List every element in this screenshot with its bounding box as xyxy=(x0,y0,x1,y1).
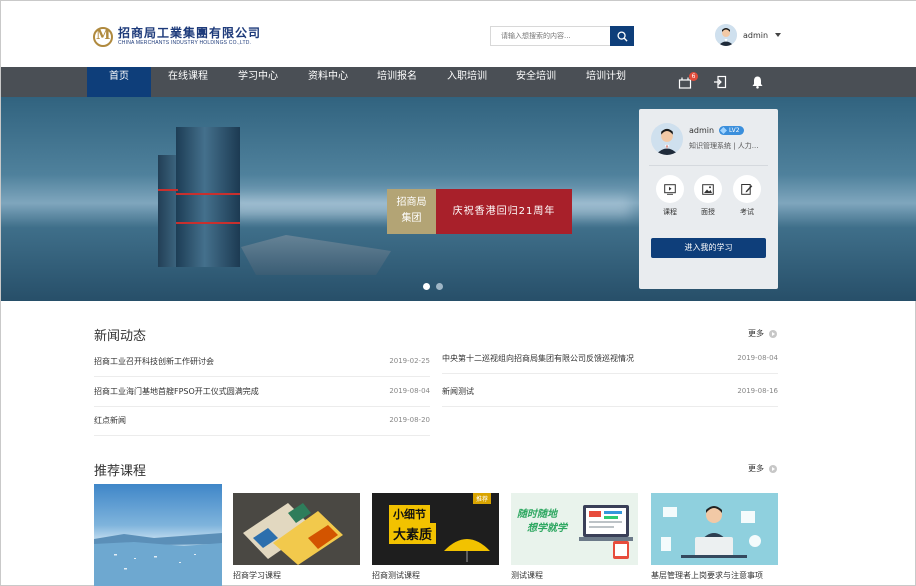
nav-item-safety-training[interactable]: 安全培训 xyxy=(503,67,569,97)
recommend-badge: 推荐 xyxy=(472,493,491,504)
course-thumbnail[interactable]: 小细节 大素质 推荐 xyxy=(372,493,499,565)
company-logo[interactable]: 招商局工業集團有限公司 CHINA MERCHANTS INDUSTRY HOL… xyxy=(93,25,261,49)
course-thumbnail[interactable]: 随时随地 想学就学 xyxy=(511,493,638,565)
news-item[interactable]: 中央第十二巡视组向招商局集团有限公司反馈巡视情况 2019-08-04 xyxy=(442,344,778,374)
course-card[interactable]: 基层管理者上岗要求与注意事项 xyxy=(651,493,778,581)
cart-button[interactable]: 6 xyxy=(677,72,698,90)
quick-link-face-to-face[interactable]: 面授 xyxy=(693,175,723,217)
course-title: 测试课程 xyxy=(511,571,543,580)
user-name: admin xyxy=(743,30,769,40)
edit-icon xyxy=(741,184,753,195)
chevron-down-icon[interactable] xyxy=(775,33,782,37)
course-card[interactable]: 小细节 大素质 推荐 招商测试课程 xyxy=(372,493,499,581)
search-button[interactable] xyxy=(610,26,634,46)
quick-link-courses[interactable]: 课程 xyxy=(655,175,685,217)
courses-section-title: 推荐课程 xyxy=(94,464,147,479)
nav-item-training-signup[interactable]: 培训报名 xyxy=(364,67,430,97)
search-input[interactable] xyxy=(491,27,611,45)
banner-tag: 招商局 集团 xyxy=(387,189,436,234)
news-item[interactable]: 招商工业召开科技创新工作研讨会 2019-02-25 xyxy=(94,347,430,377)
picture-icon xyxy=(702,183,714,195)
nav-item-resource-center[interactable]: 资料中心 xyxy=(295,67,361,97)
course-card[interactable]: 招商学习课程 xyxy=(233,493,360,581)
course-thumbnail[interactable] xyxy=(233,493,360,565)
news-more-link[interactable]: 更多 xyxy=(748,328,777,339)
course-title: 招商测试课程 xyxy=(372,571,420,580)
bell-icon xyxy=(752,76,762,89)
panel-avatar[interactable] xyxy=(651,123,683,155)
logo-name-cn: 招商局工業集團有限公司 xyxy=(118,26,262,40)
panel-user-role: 知识管理系统 | 人力... xyxy=(689,142,759,150)
user-menu[interactable]: admin xyxy=(715,24,782,46)
chevron-right-icon xyxy=(769,329,777,338)
diamond-icon xyxy=(720,127,727,134)
banner-building-tall xyxy=(176,127,240,267)
nav-item-online-courses[interactable]: 在线课程 xyxy=(155,67,221,97)
play-icon xyxy=(664,183,676,195)
logout-icon xyxy=(714,75,727,89)
course-title: 基层管理者上岗要求与注意事项 xyxy=(651,571,763,580)
umbrella-icon xyxy=(444,539,490,562)
avatar[interactable] xyxy=(715,24,737,46)
main-nav: 首页 在线课程 学习中心 资料中心 培训报名 入职培训 安全培训 培训计划 6 xyxy=(1,67,916,97)
carousel-dot-2[interactable] xyxy=(436,283,443,290)
carousel-dot-1[interactable] xyxy=(423,283,430,290)
logo-name-en: CHINA MERCHANTS INDUSTRY HOLDINGS CO.,LT… xyxy=(118,40,252,46)
featured-course-image[interactable] xyxy=(94,484,222,586)
news-item[interactable]: 招商工业海门基地首艘FPSO开工仪式圆满完成 2019-08-04 xyxy=(94,377,430,407)
courses-more-link[interactable]: 更多 xyxy=(748,463,777,474)
nav-item-onboarding[interactable]: 入职培训 xyxy=(434,67,500,97)
course-card[interactable]: 随时随地 想学就学 测试课程 xyxy=(511,493,638,581)
user-panel: admin LV2 知识管理系统 | 人力... 课程 面授 考试 进入我的学习 xyxy=(639,109,778,289)
notification-button[interactable] xyxy=(749,74,765,90)
nav-item-training-plan[interactable]: 培训计划 xyxy=(573,67,639,97)
chevron-right-icon xyxy=(769,464,777,473)
news-item[interactable]: 新闻测试 2019-08-16 xyxy=(442,377,778,407)
quick-link-exams[interactable]: 考试 xyxy=(732,175,762,217)
panel-user-name: admin xyxy=(689,126,715,135)
banner-building-small xyxy=(158,155,178,267)
course-title: 招商学习课程 xyxy=(233,571,281,580)
nav-item-learning-center[interactable]: 学习中心 xyxy=(225,67,291,97)
banner-caption: 庆祝香港回归21周年 xyxy=(436,189,572,234)
search-icon xyxy=(617,30,628,42)
course-thumbnail[interactable] xyxy=(651,493,778,565)
cart-count-badge: 6 xyxy=(689,72,698,81)
banner-pier xyxy=(241,235,391,275)
header: 招商局工業集團有限公司 CHINA MERCHANTS INDUSTRY HOL… xyxy=(1,1,916,67)
enter-my-learning-button[interactable]: 进入我的学习 xyxy=(651,238,766,258)
news-item[interactable]: 红点新闻 2019-08-20 xyxy=(94,406,430,436)
search-box xyxy=(490,26,634,46)
news-section-title: 新闻动态 xyxy=(94,329,147,344)
logout-button[interactable] xyxy=(712,74,728,90)
manager-illustration xyxy=(651,493,778,565)
level-badge: LV2 xyxy=(719,126,744,135)
panel-divider xyxy=(649,165,768,166)
logo-mark-icon xyxy=(93,27,113,47)
nav-item-home[interactable]: 首页 xyxy=(87,67,151,97)
learning-devices-illustration xyxy=(579,505,633,559)
